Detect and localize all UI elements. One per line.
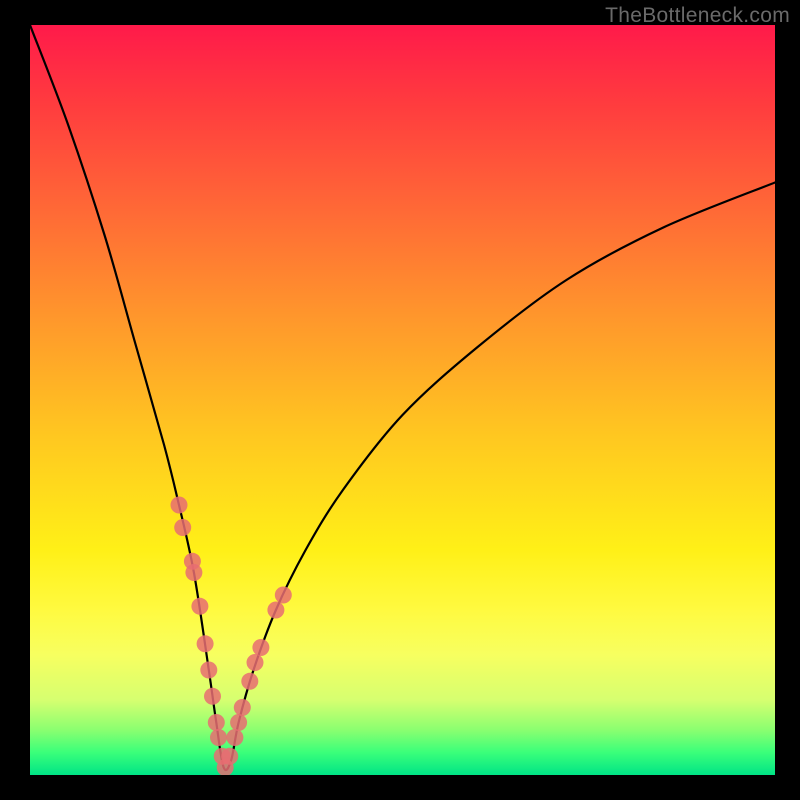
highlight-dot [208,714,225,731]
highlight-dots-right [221,587,292,765]
highlight-dot [204,688,221,705]
highlight-dot [247,654,264,671]
curve-group [30,25,775,770]
highlight-dot [241,673,258,690]
highlight-dot [191,598,208,615]
chart-frame: TheBottleneck.com [0,0,800,800]
highlight-dot [174,519,191,536]
highlight-dot [185,564,202,581]
highlight-dot [221,748,238,765]
highlight-dot [230,714,247,731]
bottleneck-curve-svg [30,25,775,775]
highlight-dot [197,635,214,652]
highlight-dot [267,602,284,619]
highlight-dot [200,662,217,679]
bottleneck-curve [30,25,775,770]
highlight-dot [275,587,292,604]
highlight-dot [234,699,251,716]
highlight-dot [210,729,227,746]
highlight-dot [226,729,243,746]
highlight-dots-left [171,497,234,776]
highlight-dot [171,497,188,514]
highlight-dot [252,639,269,656]
plot-area [30,25,775,775]
